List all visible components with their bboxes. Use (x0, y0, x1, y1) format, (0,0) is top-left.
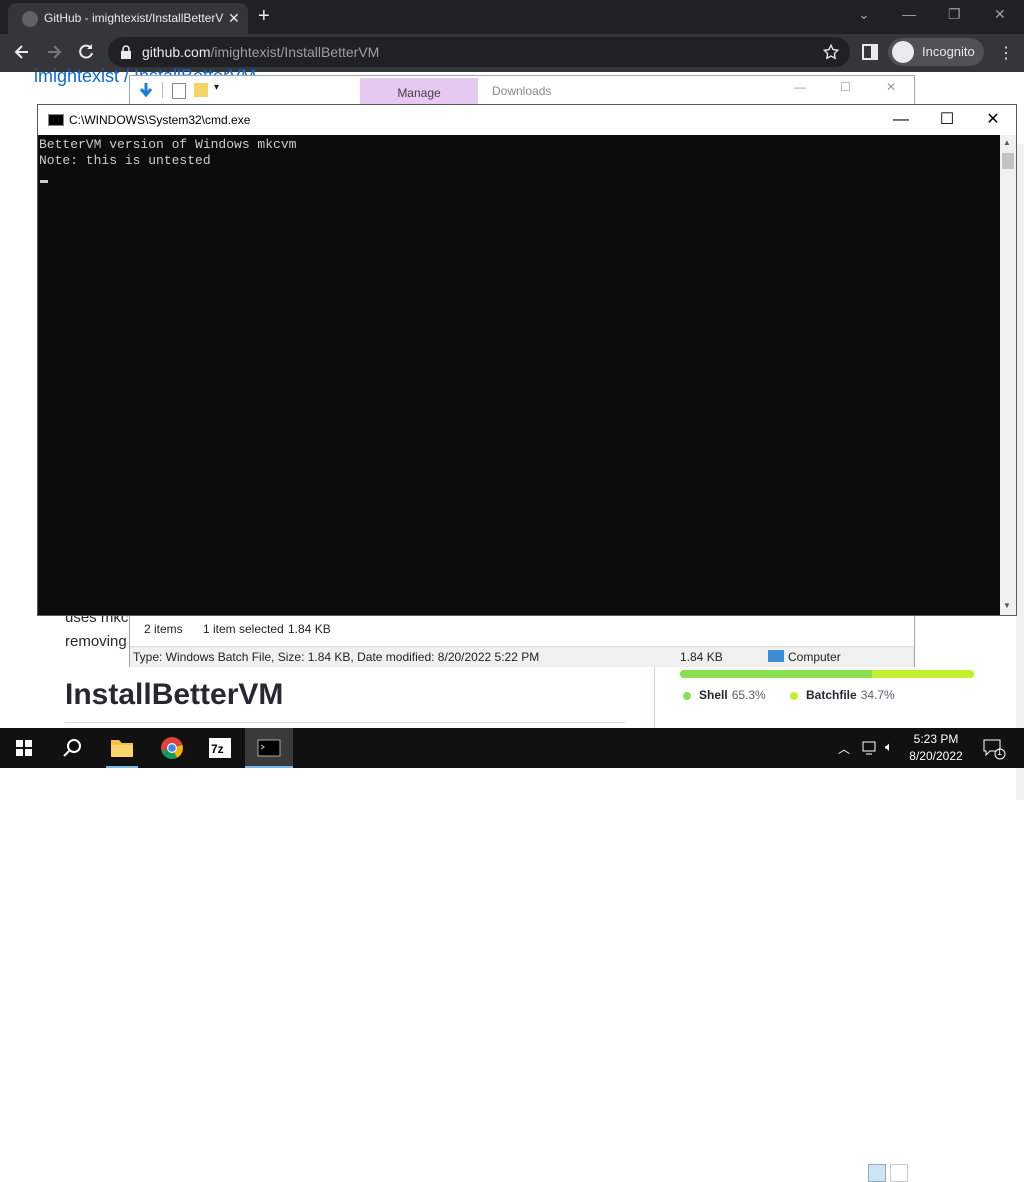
repo-description-line: removing (65, 633, 127, 650)
explorer-details-bar: Type: Windows Batch File, Size: 1.84 KB,… (130, 646, 914, 667)
browser-tab-title: GitHub - imightexist/InstallBetterVM (44, 11, 224, 25)
lock-icon[interactable] (120, 45, 132, 59)
language-dot (790, 691, 798, 700)
properties-icon[interactable] (172, 83, 186, 99)
system-clock[interactable]: 5:23 PM 8/20/2022 (906, 731, 966, 765)
file-size: 1.84 KB (680, 650, 723, 664)
down-arrow-icon[interactable] (138, 82, 154, 98)
maximize-cmd-button[interactable]: ☐ (924, 105, 970, 135)
minimize-explorer-button[interactable]: — (794, 80, 806, 94)
console-line: Note: this is untested (39, 153, 211, 168)
github-icon (22, 11, 38, 27)
language-shell[interactable]: Shell 65.3% (683, 688, 766, 702)
reload-icon[interactable] (76, 42, 96, 62)
bookmark-star-icon[interactable] (822, 43, 840, 61)
cmd-title: C:\WINDOWS\System32\cmd.exe (69, 113, 251, 127)
cmd-scrollbar[interactable]: ▲ ▼ (1000, 135, 1016, 615)
page-scrollbar[interactable] (1016, 144, 1024, 800)
new-folder-icon[interactable] (194, 83, 208, 97)
explorer-status-bar: 2 items 1 item selected 1.84 KB (130, 616, 914, 1182)
maximize-explorer-button[interactable]: ☐ (840, 80, 851, 94)
computer-icon (768, 650, 784, 662)
file-explorer-icon[interactable] (98, 728, 146, 768)
details-view-icon[interactable] (868, 1164, 886, 1182)
window-title-downloads: Downloads (492, 84, 552, 98)
cmd-taskbar-icon[interactable] (245, 728, 293, 768)
chrome-icon[interactable] (148, 728, 196, 768)
taskbar: 7z ︿ 🔈︎ 5:23 PM 8/20/2022 1 (0, 728, 1024, 768)
scroll-up-icon[interactable]: ▲ (1003, 138, 1011, 147)
close-browser-button[interactable]: ✕ (994, 6, 1006, 23)
minimize-browser-button[interactable]: — (902, 6, 916, 22)
selected-count: 1 item selected (203, 622, 284, 636)
language-bar (680, 670, 974, 678)
start-icon[interactable] (0, 728, 48, 768)
svg-text:7z: 7z (211, 742, 224, 756)
cmd-window: C:\WINDOWS\System32\cmd.exe — ☐ ✕ Better… (37, 104, 1017, 616)
explorer-title-bar: ▾ Manage Downloads — ☐ ✕ (130, 76, 914, 104)
selected-size: 1.84 KB (288, 622, 331, 636)
restore-browser-button[interactable]: ❐ (948, 6, 961, 23)
address-bar[interactable]: github.com/imightexist/InstallBetterVM (108, 37, 850, 67)
browser-tab-strip: GitHub - imightexist/InstallBetterVM ✕ +… (0, 0, 1024, 34)
clock-time: 5:23 PM (913, 732, 959, 746)
language-dot (683, 691, 691, 700)
network-icon[interactable] (862, 740, 880, 756)
browser-menu-icon[interactable]: ⋮ (998, 43, 1014, 63)
action-center-icon[interactable]: 1 (982, 738, 1006, 760)
large-icons-view-icon[interactable] (890, 1164, 908, 1182)
incognito-icon (892, 41, 914, 63)
item-count: 2 items (144, 622, 183, 636)
language-bar-shell (680, 670, 872, 678)
scroll-down-icon[interactable]: ▼ (1003, 601, 1011, 610)
volume-icon[interactable]: 🔈︎ (885, 739, 893, 755)
readme-heading: InstallBetterVM (65, 678, 284, 711)
minimize-cmd-button[interactable]: — (878, 105, 924, 135)
show-hidden-icons-icon[interactable]: ︿ (838, 740, 850, 757)
notification-count: 1 (997, 747, 1003, 757)
close-tab-icon[interactable]: ✕ (228, 10, 240, 27)
quick-access-dropdown-icon[interactable]: ▾ (214, 82, 219, 93)
console-output[interactable]: BetterVM version of Windows mkcvm Note: … (38, 135, 1000, 615)
search-icon[interactable] (48, 728, 96, 768)
tab-manage[interactable]: Manage (360, 78, 478, 104)
new-tab-button[interactable]: + (258, 6, 270, 26)
divider (162, 82, 163, 98)
text-cursor (40, 180, 48, 183)
console-line: BetterVM version of Windows mkcvm (39, 137, 297, 152)
forward-icon[interactable] (44, 42, 64, 62)
incognito-label: Incognito (922, 44, 975, 59)
address-url[interactable]: github.com/imightexist/InstallBetterVM (142, 44, 379, 60)
file-details: Type: Windows Batch File, Size: 1.84 KB,… (133, 650, 540, 664)
location-label: Computer (788, 650, 841, 664)
cmd-title-bar[interactable]: C:\WINDOWS\System32\cmd.exe — ☐ ✕ (38, 105, 1016, 135)
back-icon[interactable] (12, 42, 32, 62)
7zip-icon[interactable]: 7z (196, 728, 244, 768)
cmd-icon (48, 114, 64, 126)
divider (65, 722, 625, 723)
language-batchfile[interactable]: Batchfile 34.7% (790, 688, 895, 702)
tab-search-icon[interactable]: ⌄ (858, 6, 870, 23)
incognito-badge[interactable]: Incognito (888, 38, 984, 66)
language-bar-batchfile (872, 670, 974, 678)
close-cmd-button[interactable]: ✕ (970, 105, 1016, 135)
browser-tab[interactable]: GitHub - imightexist/InstallBetterVM ✕ (8, 3, 248, 34)
scroll-thumb[interactable] (1002, 153, 1014, 169)
side-panel-icon[interactable] (862, 44, 878, 60)
close-explorer-button[interactable]: ✕ (886, 80, 896, 94)
clock-date: 8/20/2022 (909, 749, 963, 763)
